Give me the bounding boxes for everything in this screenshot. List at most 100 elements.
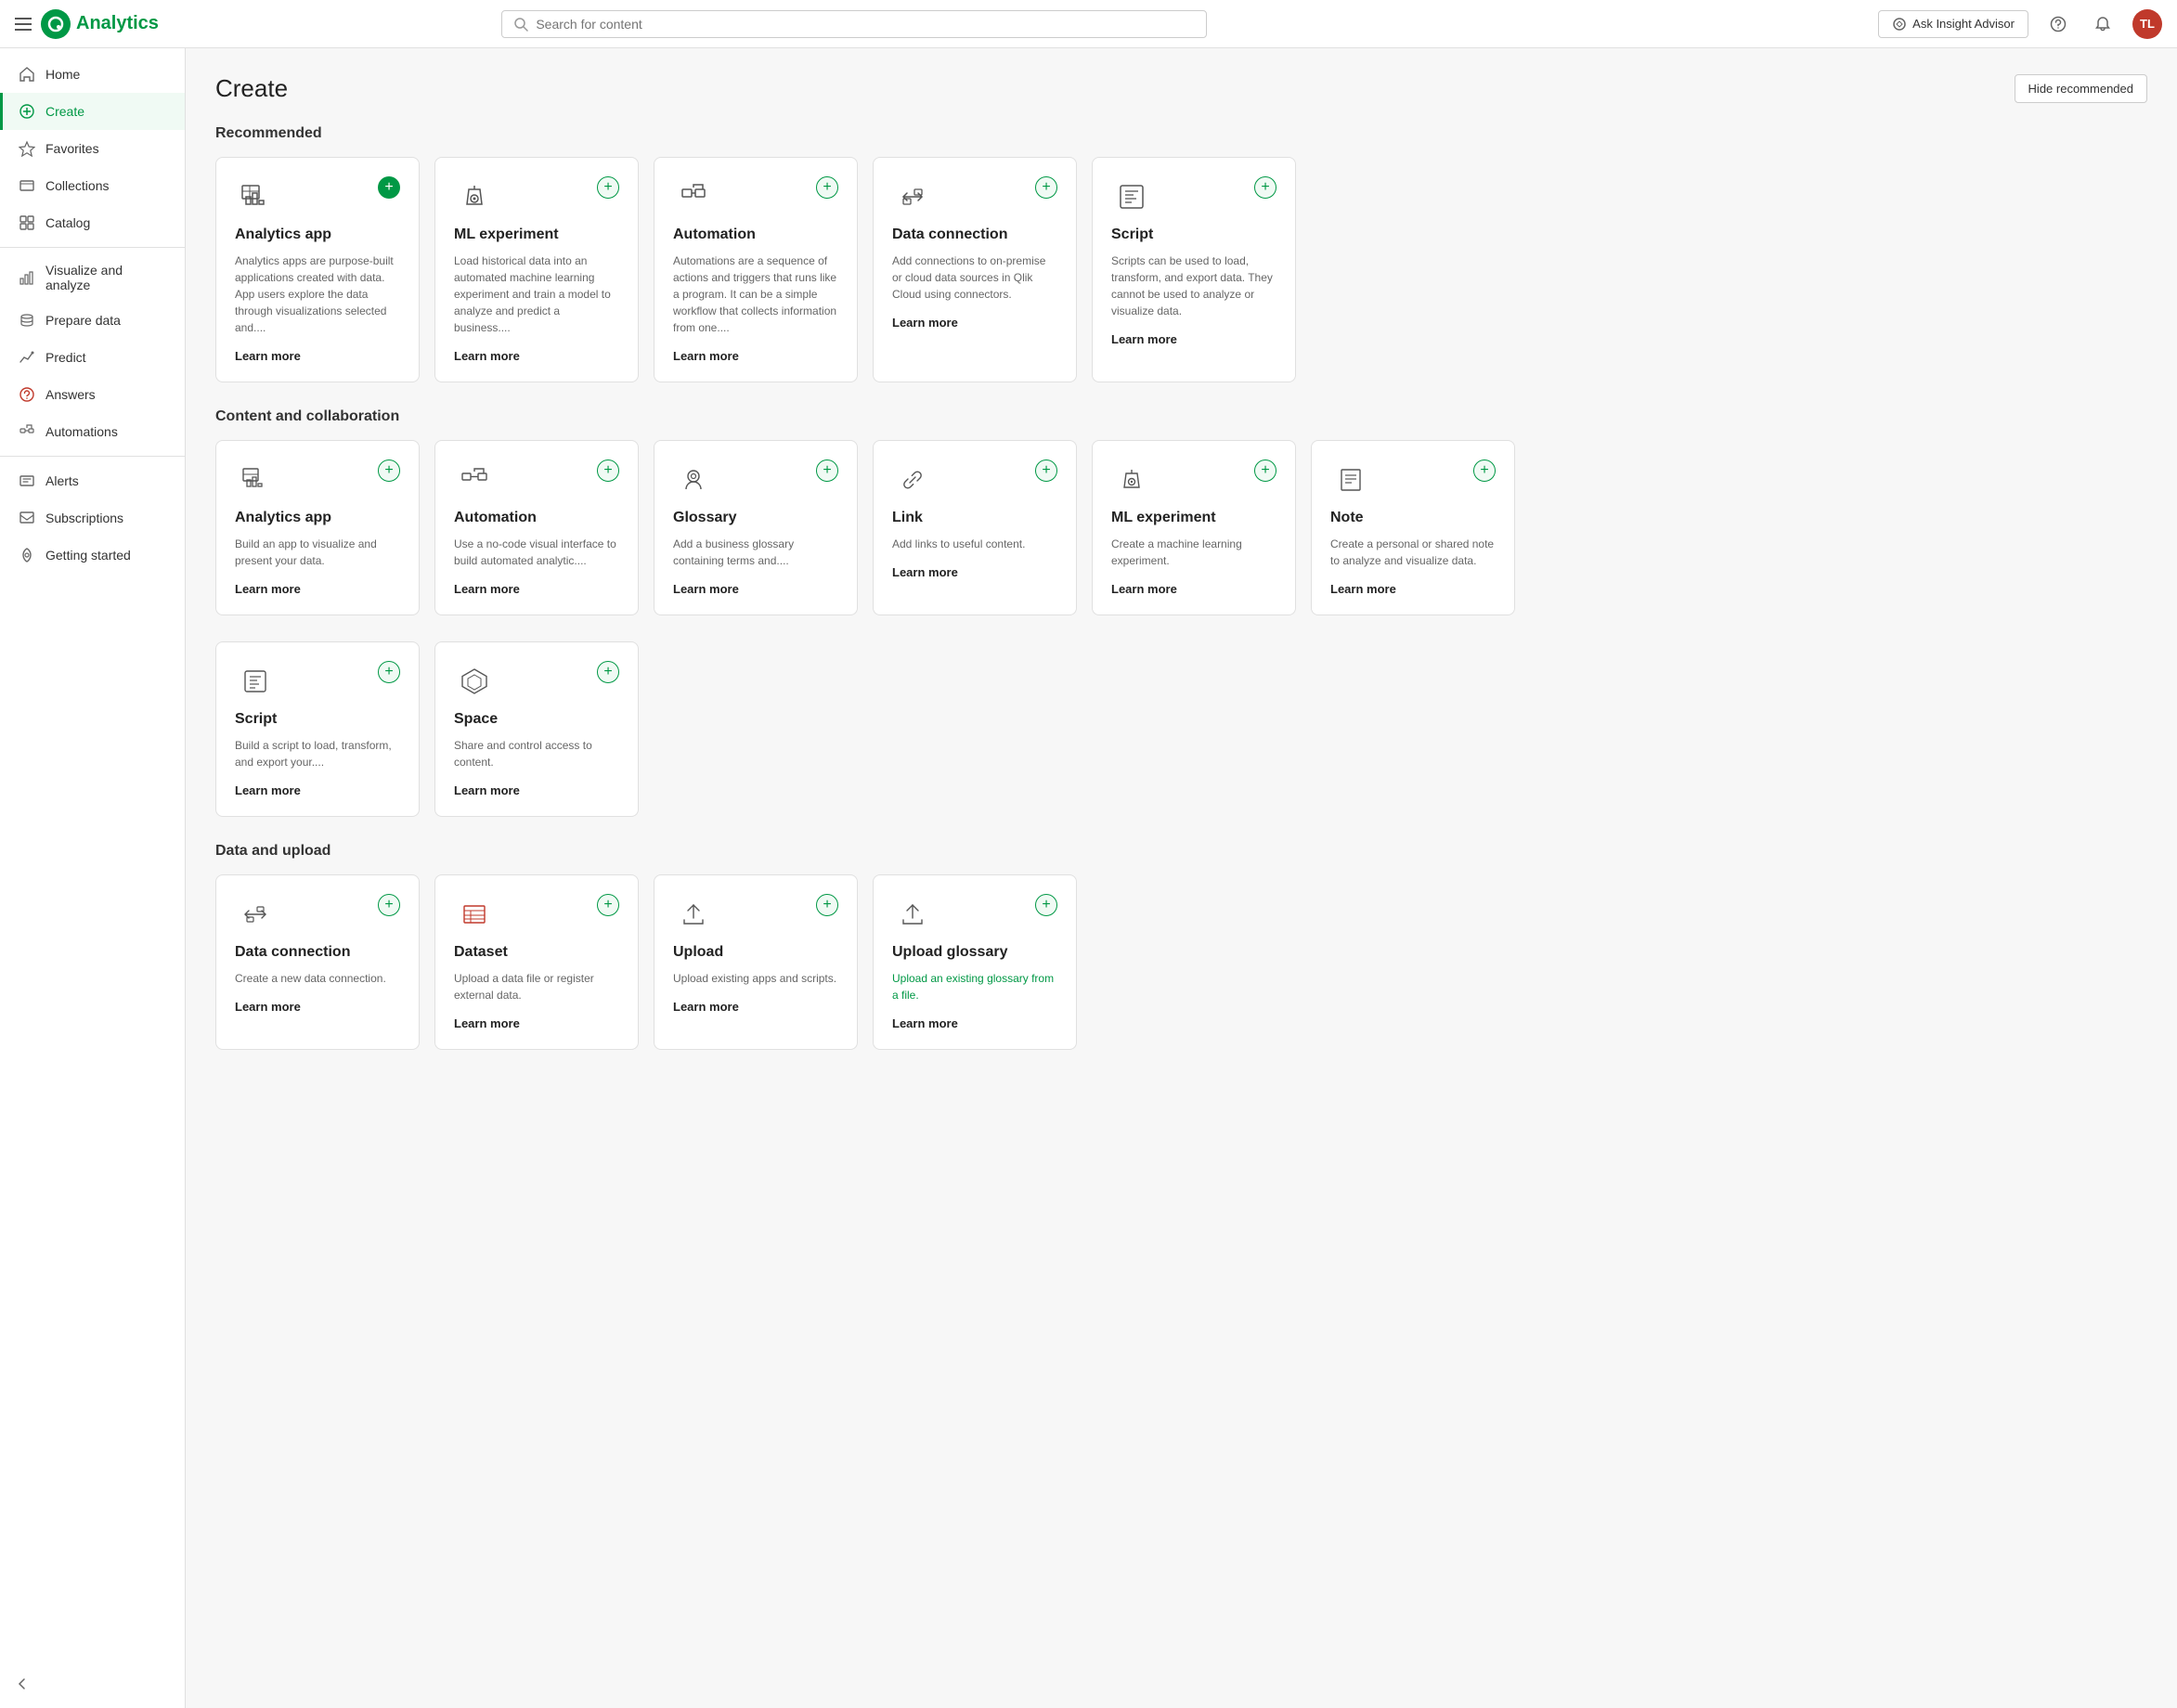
search-icon xyxy=(513,17,528,32)
note-plus[interactable]: + xyxy=(1473,459,1496,482)
card-upload-du[interactable]: + Upload Upload existing apps and script… xyxy=(654,874,858,1050)
insight-advisor-button[interactable]: Ask Insight Advisor xyxy=(1878,10,2028,38)
analytics-app-plus-button[interactable]: + xyxy=(378,176,400,199)
card-learn-analytics-cc[interactable]: Learn more xyxy=(235,582,400,596)
script-cc-icon xyxy=(235,661,276,702)
rocket-icon xyxy=(18,546,36,564)
card-title-script-rec: Script xyxy=(1111,226,1276,243)
card-learn-link-cc[interactable]: Learn more xyxy=(892,565,1057,579)
upload-glossary-plus[interactable]: + xyxy=(1035,894,1057,916)
sidebar-item-answers[interactable]: Answers xyxy=(0,376,185,413)
card-desc-space-cc: Share and control access to content. xyxy=(454,737,619,770)
card-learn-analytics-app-rec[interactable]: Learn more xyxy=(235,349,400,363)
sidebar-label-home: Home xyxy=(45,67,80,82)
sidebar-item-home[interactable]: Home xyxy=(0,56,185,93)
content-collaboration-title: Content and collaboration xyxy=(215,408,2147,425)
sidebar-item-predict[interactable]: Predict xyxy=(0,339,185,376)
card-learn-automation-rec[interactable]: Learn more xyxy=(673,349,838,363)
card-learn-script-cc[interactable]: Learn more xyxy=(235,783,400,797)
topbar-right: Ask Insight Advisor TL xyxy=(1878,9,2162,39)
card-dataset-du[interactable]: + Dataset Upload a data file or register… xyxy=(434,874,639,1050)
card-learn-upload-glossary-du[interactable]: Learn more xyxy=(892,1016,1057,1030)
card-title-upload-du: Upload xyxy=(673,944,838,961)
card-title-ml-cc: ML experiment xyxy=(1111,510,1276,526)
ml-plus-button[interactable]: + xyxy=(597,176,619,199)
sidebar-collapse-button[interactable] xyxy=(0,1667,185,1701)
sidebar: Home Create Favorites xyxy=(0,48,186,1708)
notifications-button[interactable] xyxy=(2088,9,2118,39)
analytics-app-cc-plus[interactable]: + xyxy=(378,459,400,482)
help-button[interactable] xyxy=(2043,9,2073,39)
search-input[interactable] xyxy=(536,17,1195,32)
sidebar-item-getting-started[interactable]: Getting started xyxy=(0,537,185,574)
card-note-cc[interactable]: + Note Create a personal or shared note … xyxy=(1311,440,1515,615)
card-desc-link-cc: Add links to useful content. xyxy=(892,536,1057,552)
data-connection-du-plus[interactable]: + xyxy=(378,894,400,916)
card-automation-cc[interactable]: + Automation Use a no-code visual interf… xyxy=(434,440,639,615)
card-learn-script-rec[interactable]: Learn more xyxy=(1111,332,1276,346)
sidebar-item-favorites[interactable]: Favorites xyxy=(0,130,185,167)
upload-plus[interactable]: + xyxy=(816,894,838,916)
card-data-connection-recommended[interactable]: + Data connection Add connections to on-… xyxy=(873,157,1077,382)
sidebar-item-collections[interactable]: Collections xyxy=(0,167,185,204)
card-learn-upload-du[interactable]: Learn more xyxy=(673,1000,838,1014)
card-learn-dataset-du[interactable]: Learn more xyxy=(454,1016,619,1030)
predict-icon xyxy=(18,348,36,367)
hide-recommended-button[interactable]: Hide recommended xyxy=(2015,74,2147,103)
card-glossary-cc[interactable]: + Glossary Add a business glossary conta… xyxy=(654,440,858,615)
card-ml-experiment-cc[interactable]: + ML experiment Create a machine learnin… xyxy=(1092,440,1296,615)
sidebar-label-getting-started: Getting started xyxy=(45,548,131,563)
search-bar[interactable] xyxy=(501,10,1207,38)
script-plus-button[interactable]: + xyxy=(1254,176,1276,199)
card-space-cc[interactable]: + Space Share and control access to cont… xyxy=(434,641,639,817)
dataset-plus[interactable]: + xyxy=(597,894,619,916)
ml-cc-plus[interactable]: + xyxy=(1254,459,1276,482)
card-title-space-cc: Space xyxy=(454,711,619,728)
card-icon-row: + xyxy=(454,459,619,500)
script-cc-plus[interactable]: + xyxy=(378,661,400,683)
card-upload-glossary-du[interactable]: + Upload glossary Upload an existing glo… xyxy=(873,874,1077,1050)
recommended-cards: + Analytics app Analytics apps are purpo… xyxy=(215,157,2147,382)
sidebar-item-visualize[interactable]: Visualize and analyze xyxy=(0,253,185,302)
sidebar-item-automations[interactable]: Automations xyxy=(0,413,185,450)
card-data-connection-du[interactable]: + Data connection Create a new data conn… xyxy=(215,874,420,1050)
card-learn-space-cc[interactable]: Learn more xyxy=(454,783,619,797)
hamburger-icon[interactable] xyxy=(15,18,32,31)
glossary-plus[interactable]: + xyxy=(816,459,838,482)
card-script-recommended[interactable]: + Script Scripts can be used to load, tr… xyxy=(1092,157,1296,382)
space-plus[interactable]: + xyxy=(597,661,619,683)
card-analytics-app-cc[interactable]: + Analytics app Build an app to visualiz… xyxy=(215,440,420,615)
sidebar-item-alerts[interactable]: Alerts xyxy=(0,462,185,499)
upload-glossary-icon xyxy=(892,894,933,935)
automation-plus-button[interactable]: + xyxy=(816,176,838,199)
card-learn-glossary-cc[interactable]: Learn more xyxy=(673,582,838,596)
card-learn-ml-rec[interactable]: Learn more xyxy=(454,349,619,363)
card-script-cc[interactable]: + Script Build a script to load, transfo… xyxy=(215,641,420,817)
data-connection-plus-button[interactable]: + xyxy=(1035,176,1057,199)
card-automation-recommended[interactable]: + Automation Automations are a sequence … xyxy=(654,157,858,382)
sidebar-label-catalog: Catalog xyxy=(45,215,90,230)
card-learn-data-connection-rec[interactable]: Learn more xyxy=(892,316,1057,330)
card-link-cc[interactable]: + Link Add links to useful content. Lear… xyxy=(873,440,1077,615)
qlik-logo[interactable]: Analytics xyxy=(41,9,159,39)
upload-icon xyxy=(673,894,714,935)
automation-cc-plus[interactable]: + xyxy=(597,459,619,482)
page-header: Create Hide recommended xyxy=(215,74,2147,103)
card-ml-experiment-recommended[interactable]: + ML experiment Load historical data int… xyxy=(434,157,639,382)
plus-icon xyxy=(18,102,36,121)
avatar[interactable]: TL xyxy=(2132,9,2162,39)
card-title-link-cc: Link xyxy=(892,510,1057,526)
sidebar-item-create[interactable]: Create xyxy=(0,93,185,130)
sidebar-item-subscriptions[interactable]: Subscriptions xyxy=(0,499,185,537)
card-learn-note-cc[interactable]: Learn more xyxy=(1330,582,1496,596)
sidebar-item-prepare[interactable]: Prepare data xyxy=(0,302,185,339)
card-learn-ml-cc[interactable]: Learn more xyxy=(1111,582,1276,596)
topbar-left: Analytics xyxy=(15,9,159,39)
link-plus[interactable]: + xyxy=(1035,459,1057,482)
card-learn-automation-cc[interactable]: Learn more xyxy=(454,582,619,596)
card-title-dataset-du: Dataset xyxy=(454,944,619,961)
card-analytics-app-recommended[interactable]: + Analytics app Analytics apps are purpo… xyxy=(215,157,420,382)
main-layout: Home Create Favorites xyxy=(0,48,2177,1708)
card-learn-data-connection-du[interactable]: Learn more xyxy=(235,1000,400,1014)
sidebar-item-catalog[interactable]: Catalog xyxy=(0,204,185,241)
